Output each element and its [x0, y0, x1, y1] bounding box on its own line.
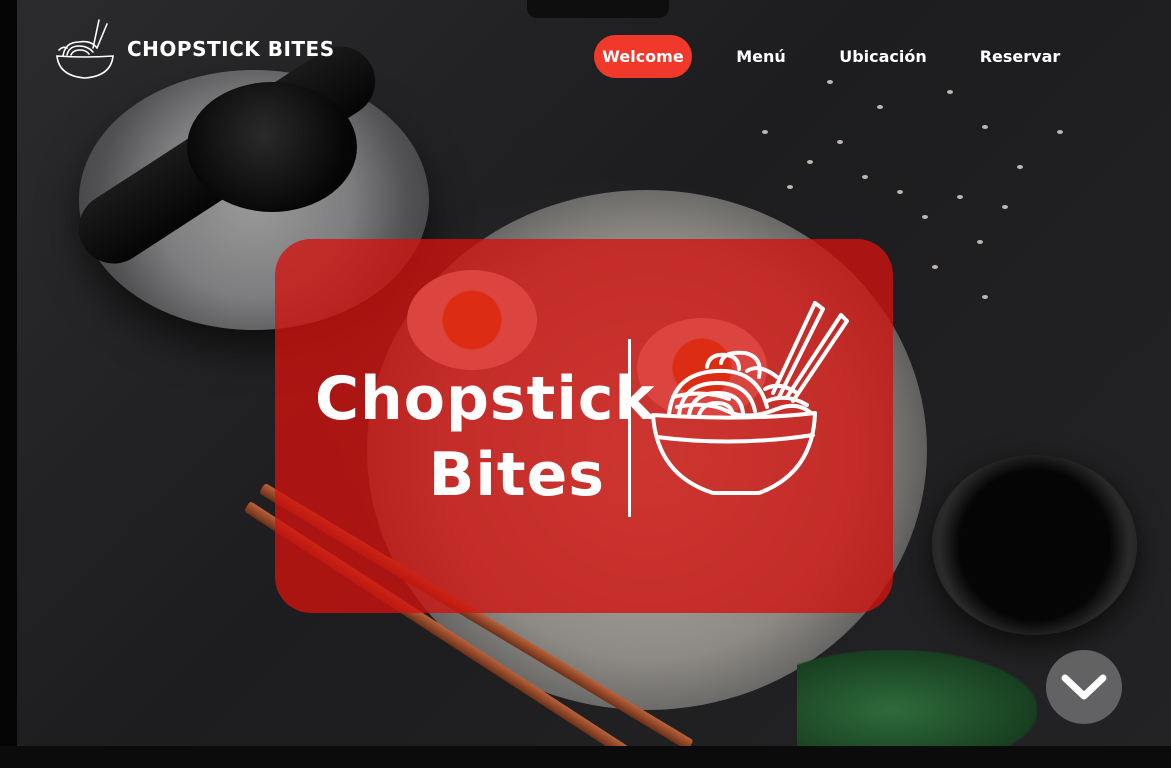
sesame-seed [1057, 130, 1063, 134]
nav-item-menu[interactable]: Menú [724, 35, 798, 78]
sesame-seed [837, 140, 843, 144]
mint-leaves [797, 650, 1037, 746]
sesame-seed [827, 80, 833, 84]
sesame-seed [897, 190, 903, 194]
hero-title-line-1: Chopstick [315, 364, 656, 434]
left-edge-strip [0, 0, 17, 768]
sesame-seed [947, 90, 953, 94]
scroll-down-button[interactable] [1046, 650, 1122, 724]
sesame-seed [922, 215, 928, 219]
hero-title: Chopstick Bites [315, 361, 656, 513]
sesame-seed [957, 195, 963, 199]
ramen-bowl-chopsticks-icon [56, 19, 114, 79]
sesame-seed [1002, 205, 1008, 209]
hero-divider [628, 339, 631, 517]
sesame-seed [982, 125, 988, 129]
sesame-seed [982, 295, 988, 299]
chevron-down-icon [1061, 674, 1107, 700]
sesame-seed [977, 240, 983, 244]
sesame-seed [787, 185, 793, 189]
nav-item-ubicacion[interactable]: Ubicación [832, 35, 934, 78]
hero-title-line-2: Bites [428, 440, 605, 510]
nav-item-reservar[interactable]: Reservar [970, 35, 1070, 78]
sesame-seed [762, 130, 768, 134]
tea-cup [932, 455, 1137, 635]
ramen-bowl-chopsticks-icon [651, 301, 849, 495]
sesame-seed [862, 175, 868, 179]
sesame-seed [877, 105, 883, 109]
sesame-seed [1017, 165, 1023, 169]
spoon-bowl [187, 82, 357, 212]
sesame-seed [807, 160, 813, 164]
sesame-seed [932, 265, 938, 269]
brand-name: CHOPSTICK BITES [127, 37, 335, 61]
top-notch [527, 0, 669, 18]
hero-card: Chopstick Bites [275, 239, 893, 613]
brand-logo-link[interactable]: CHOPSTICK BITES [55, 18, 335, 80]
nav-item-welcome[interactable]: Welcome [594, 35, 692, 78]
bottom-edge-strip [0, 746, 1171, 768]
